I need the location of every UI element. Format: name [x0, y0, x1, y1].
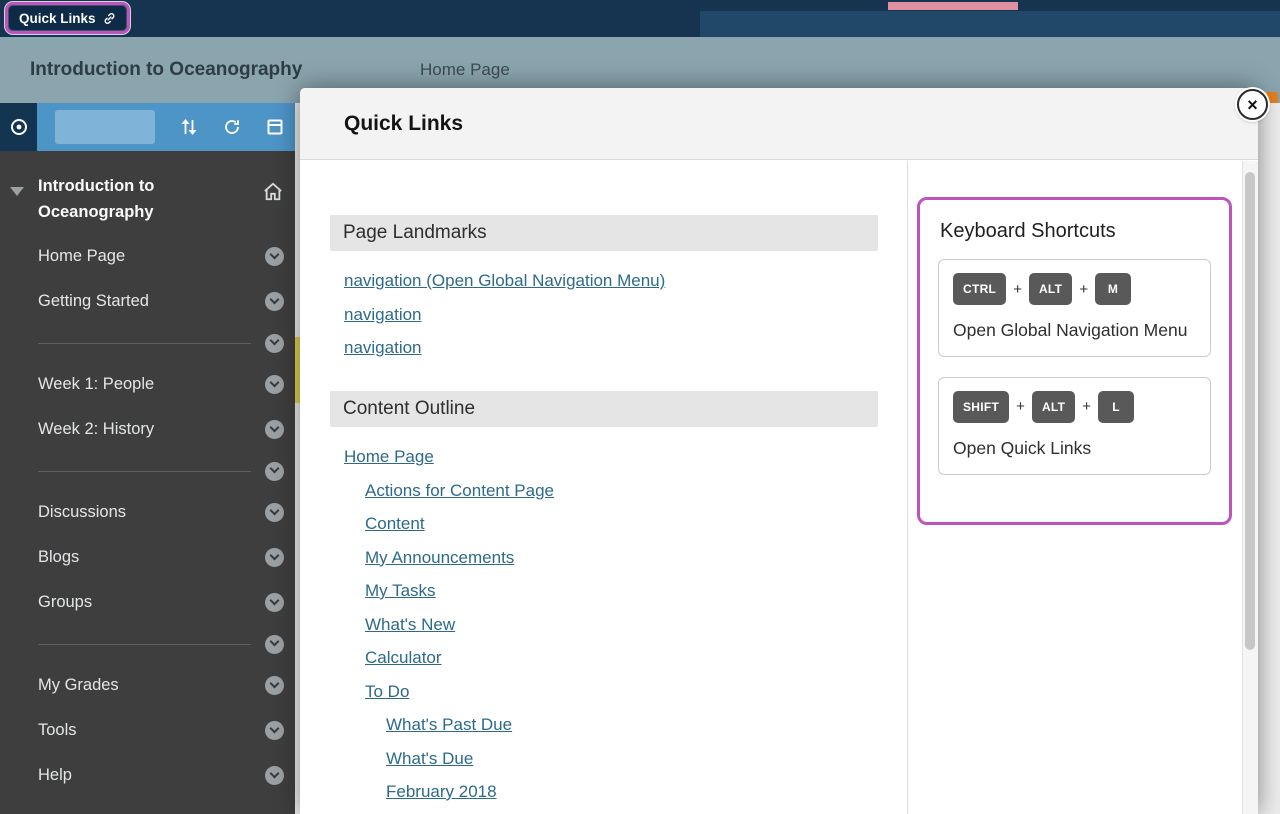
shortcut-keys: CTRL + ALT + M	[953, 273, 1196, 305]
outline-link[interactable]: Content	[365, 507, 425, 541]
outline-link[interactable]: What's Past Due	[386, 708, 512, 742]
outline-link[interactable]: Calculator	[365, 641, 442, 675]
plus-separator: +	[1079, 281, 1088, 298]
collapse-triangle-icon[interactable]	[10, 187, 24, 196]
plus-separator: +	[1082, 398, 1091, 415]
screen: Quick Links Introduction to Oceanography…	[0, 0, 1280, 814]
topbar-decor-band	[700, 11, 1280, 37]
key-m: M	[1095, 273, 1131, 305]
menu-view-target-icon[interactable]	[0, 103, 37, 151]
key-shift: SHIFT	[953, 391, 1009, 423]
plus-separator: +	[1016, 398, 1025, 415]
landmark-link[interactable]: navigation (Open Global Navigation Menu)	[344, 264, 665, 298]
sidebar-item-help[interactable]: Help	[0, 753, 295, 798]
landmark-link[interactable]: navigation	[344, 331, 422, 365]
landmark-links: navigation (Open Global Navigation Menu)…	[344, 264, 665, 365]
sidebar-item-home-page[interactable]: Home Page	[0, 234, 295, 279]
hide-item-circle-icon[interactable]	[265, 420, 284, 439]
quick-links-modal: Quick Links × Page Landmarks navigation …	[300, 88, 1258, 814]
hide-item-circle-icon[interactable]	[265, 721, 284, 740]
hide-item-circle-icon[interactable]	[265, 334, 284, 353]
key-alt: ALT	[1029, 273, 1072, 305]
outline-link[interactable]: What's Due	[386, 742, 473, 776]
hide-item-circle-icon[interactable]	[265, 247, 284, 266]
key-l: L	[1098, 391, 1134, 423]
course-title: Introduction to Oceanography	[30, 59, 302, 81]
hide-item-circle-icon[interactable]	[265, 593, 284, 612]
home-icon[interactable]	[262, 182, 284, 207]
sidebar-course-title[interactable]: Introduction to Oceanography	[38, 173, 233, 225]
hide-item-circle-icon[interactable]	[265, 766, 284, 785]
sidebar-item-groups[interactable]: Groups	[0, 580, 295, 625]
hide-item-circle-icon[interactable]	[265, 292, 284, 311]
outline-link[interactable]: My Announcements	[365, 541, 514, 575]
scrollbar-thumb[interactable]	[1245, 172, 1255, 650]
outline-link[interactable]: My Tasks	[365, 574, 436, 608]
keyboard-shortcuts-heading: Keyboard Shortcuts	[940, 220, 1211, 243]
course-menu-controls	[0, 103, 295, 151]
course-menu-sidebar: Introduction to Oceanography Home Page G…	[0, 103, 295, 814]
landmark-link[interactable]: navigation	[344, 298, 422, 332]
quick-links-button[interactable]: Quick Links	[5, 2, 130, 34]
outline-link[interactable]: What's New	[365, 608, 455, 642]
open-window-icon[interactable]	[267, 119, 283, 135]
refresh-icon[interactable]	[223, 118, 241, 136]
outline-link[interactable]: February 2018	[386, 775, 497, 809]
sidebar-divider	[0, 625, 295, 663]
list-view-button[interactable]	[55, 110, 155, 144]
page-landmarks-heading: Page Landmarks	[330, 215, 878, 251]
link-icon	[103, 12, 116, 25]
hide-item-circle-icon[interactable]	[265, 503, 284, 522]
sidebar-item-tools[interactable]: Tools	[0, 708, 295, 753]
modal-title: Quick Links	[344, 112, 463, 136]
keyboard-shortcuts-panel: Keyboard Shortcuts CTRL + ALT + M Open G…	[917, 197, 1232, 525]
modal-scrollbar[interactable]	[1242, 161, 1258, 814]
key-alt: ALT	[1032, 391, 1075, 423]
outline-links: Home Page Actions for Content Page Conte…	[344, 440, 554, 809]
modal-header: Quick Links	[300, 88, 1258, 160]
modal-column-divider	[907, 161, 908, 814]
content-outline-heading: Content Outline	[330, 391, 878, 427]
outline-link[interactable]: Home Page	[344, 440, 434, 474]
sidebar-item-week-1[interactable]: Week 1: People	[0, 362, 295, 407]
outline-link[interactable]: To Do	[365, 675, 409, 709]
sidebar-course-header: Introduction to Oceanography	[0, 173, 295, 225]
sidebar-item-week-2[interactable]: Week 2: History	[0, 407, 295, 452]
hide-item-circle-icon[interactable]	[265, 676, 284, 695]
sidebar-item-my-grades[interactable]: My Grades	[0, 663, 295, 708]
quick-links-label: Quick Links	[19, 11, 96, 26]
hide-item-circle-icon[interactable]	[265, 548, 284, 567]
shortcut-description: Open Quick Links	[953, 436, 1196, 461]
shortcut-card-global-nav: CTRL + ALT + M Open Global Navigation Me…	[938, 259, 1211, 357]
sidebar-divider	[0, 324, 295, 362]
breadcrumb-page-name: Home Page	[420, 60, 510, 80]
plus-separator: +	[1013, 281, 1022, 298]
sidebar-item-discussions[interactable]: Discussions	[0, 490, 295, 535]
sidebar-divider	[0, 452, 295, 490]
shortcut-description: Open Global Navigation Menu	[953, 318, 1196, 343]
sidebar-item-getting-started[interactable]: Getting Started	[0, 279, 295, 324]
hide-item-circle-icon[interactable]	[265, 635, 284, 654]
key-ctrl: CTRL	[953, 273, 1006, 305]
close-icon[interactable]: ×	[1237, 89, 1268, 120]
outline-link[interactable]: Actions for Content Page	[365, 474, 554, 508]
shortcut-keys: SHIFT + ALT + L	[953, 391, 1196, 423]
sidebar-item-blogs[interactable]: Blogs	[0, 535, 295, 580]
reorder-arrows-icon[interactable]	[181, 118, 197, 136]
shortcut-card-quick-links: SHIFT + ALT + L Open Quick Links	[938, 377, 1211, 475]
hide-item-circle-icon[interactable]	[265, 462, 284, 481]
course-menu-nav: Home Page Getting Started Week 1: People…	[0, 234, 295, 798]
topbar-decor-pink	[888, 2, 1018, 10]
top-bar: Quick Links	[0, 0, 1280, 37]
hide-item-circle-icon[interactable]	[265, 375, 284, 394]
